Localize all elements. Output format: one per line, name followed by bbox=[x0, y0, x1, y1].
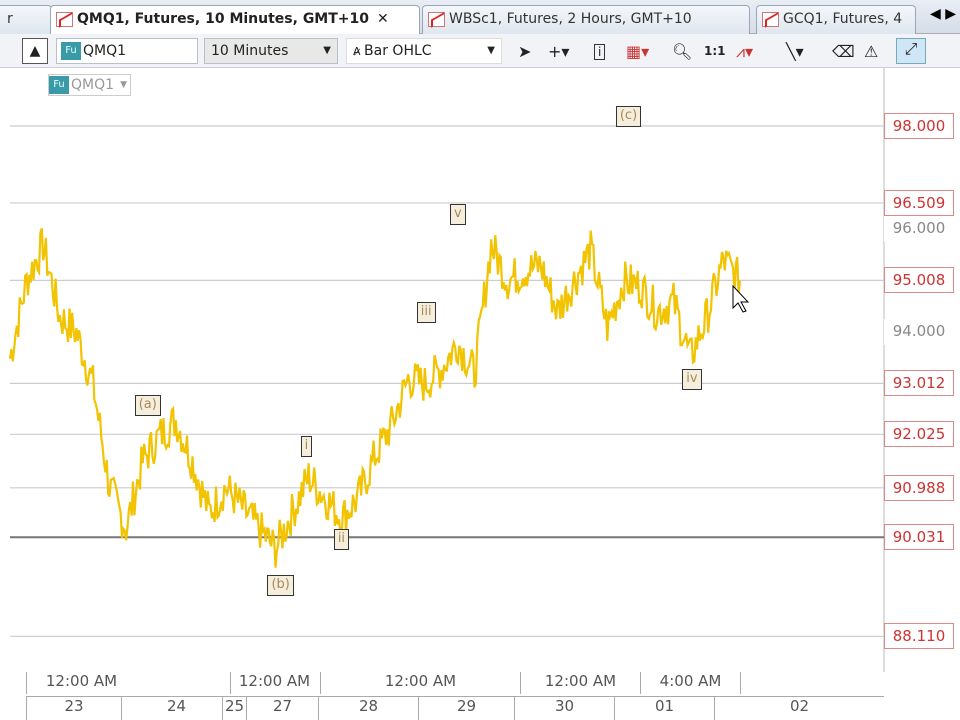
zoom-icon[interactable]: 🔍︎ bbox=[672, 42, 692, 61]
wave-label[interactable]: (a) bbox=[134, 394, 161, 416]
tab-label: r bbox=[7, 11, 13, 27]
price-label: 96.000 bbox=[884, 216, 954, 243]
wave-label[interactable]: iv bbox=[682, 368, 702, 390]
wave-label[interactable]: v bbox=[449, 203, 466, 225]
price-label: 95.008 bbox=[884, 267, 954, 294]
chart-type-value: Bar OHLC bbox=[364, 43, 432, 59]
tab-label: GCQ1, Futures, 4 bbox=[783, 11, 903, 27]
price-label: 90.988 bbox=[884, 474, 954, 501]
interval-value: 10 Minutes bbox=[211, 43, 289, 59]
data-window-icon[interactable]: i bbox=[594, 44, 606, 60]
time-label: 4:00 AM bbox=[640, 672, 740, 694]
tab-gcq1[interactable]: GCQ1, Futures, 4 bbox=[756, 5, 916, 34]
date-label: 23 bbox=[26, 696, 121, 720]
close-icon[interactable]: ✕ bbox=[377, 11, 389, 27]
date-label: 30 bbox=[514, 696, 614, 720]
time-label bbox=[740, 672, 884, 694]
wave-label[interactable]: ii bbox=[333, 528, 350, 550]
time-label: 12:00 AM bbox=[230, 672, 318, 694]
date-label: 27 bbox=[246, 696, 318, 720]
time-label: 12:00 AM bbox=[26, 672, 136, 694]
date-label: 29 bbox=[418, 696, 514, 720]
time-axis: 12:00 AM 12:00 AM 12:00 AM 12:00 AM 4:00 AM 2… bbox=[10, 672, 884, 720]
chart-type-select[interactable]: A̷ Bar OHLC ▼ bbox=[346, 38, 502, 64]
chart-symbol-label: QMQ1 bbox=[71, 77, 115, 93]
wave-label[interactable]: i bbox=[300, 435, 313, 457]
wave-label[interactable]: iii bbox=[416, 301, 436, 323]
tab-qmq1[interactable]: QMQ1, Futures, 10 Minutes, GMT+10 ✕ bbox=[50, 5, 420, 34]
price-label: 93.012 bbox=[884, 370, 954, 397]
crosshair-icon[interactable]: +▾ bbox=[548, 42, 569, 61]
bar-chart-icon: A̷ bbox=[353, 45, 365, 58]
toolbar: ▲ Fu QMQ1 10 Minutes ▼ A̷ Bar OHLC ▼ ➤ +▾ i… bbox=[0, 34, 960, 68]
tab-bar: r QMQ1, Futures, 10 Minutes, GMT+10 ✕ WBS… bbox=[0, 0, 960, 34]
price-label: 96.509 bbox=[884, 189, 954, 216]
date-label: 25 bbox=[222, 696, 246, 720]
chevron-down-icon: ▼ bbox=[487, 45, 495, 56]
date-label: 24 bbox=[121, 696, 231, 720]
date-label: 02 bbox=[714, 696, 884, 720]
tab-label: QMQ1, Futures, 10 Minutes, GMT+10 bbox=[77, 11, 370, 27]
chart-icon bbox=[762, 12, 779, 27]
date-label: 28 bbox=[318, 696, 418, 720]
date-label: 01 bbox=[614, 696, 714, 720]
time-label: 12:00 AM bbox=[320, 672, 520, 694]
fibonacci-icon[interactable]: ⩘▾ bbox=[736, 42, 753, 62]
zoom-ratio-button[interactable]: 1:1 bbox=[704, 44, 726, 58]
chart-symbol-select[interactable]: Fu QMQ1 ▼ bbox=[48, 74, 132, 96]
tab-previous[interactable]: r bbox=[0, 5, 52, 34]
price-chart[interactable]: Fu QMQ1 ▼ 98.000 96.509 96.000 95.008 94.000 93… bbox=[0, 68, 960, 720]
price-label: 92.025 bbox=[884, 421, 954, 448]
price-label: 88.110 bbox=[884, 623, 954, 650]
chevron-down-icon: ▼ bbox=[323, 45, 331, 56]
price-label: 94.000 bbox=[884, 319, 954, 346]
chart-icon bbox=[428, 12, 445, 27]
chart-icon bbox=[56, 12, 73, 27]
time-label: 12:00 AM bbox=[520, 672, 640, 694]
line-tool-icon[interactable]: ╲▾ bbox=[786, 42, 804, 61]
wave-label[interactable]: (b) bbox=[267, 575, 294, 597]
chevron-down-icon: ▼ bbox=[120, 80, 128, 90]
tab-label: WBSc1, Futures, 2 Hours, GMT+10 bbox=[449, 11, 692, 27]
symbol-input[interactable]: Fu QMQ1 bbox=[56, 38, 198, 64]
futures-icon: Fu bbox=[61, 42, 81, 60]
tab-scroll-arrows[interactable]: ◀ ▶ bbox=[930, 6, 956, 22]
price-series-line bbox=[8, 227, 742, 568]
grid-icon[interactable]: ▦▾ bbox=[626, 42, 649, 61]
interval-select[interactable]: 10 Minutes ▼ bbox=[204, 38, 338, 64]
tab-wbsc1[interactable]: WBSc1, Futures, 2 Hours, GMT+10 bbox=[422, 5, 750, 34]
price-label: 98.000 bbox=[884, 113, 954, 139]
eraser-icon[interactable]: ⌫ bbox=[832, 42, 855, 61]
alert-icon[interactable]: ⚠ bbox=[864, 42, 878, 61]
auto-scale-button[interactable]: ⤢ bbox=[896, 38, 926, 64]
cursor-icon[interactable]: ➤ bbox=[518, 42, 531, 61]
wave-label[interactable]: (c) bbox=[615, 105, 642, 127]
futures-icon: Fu bbox=[49, 76, 69, 94]
symbol-value: QMQ1 bbox=[83, 43, 127, 59]
price-label: 90.031 bbox=[884, 524, 954, 551]
mouse-cursor-icon bbox=[732, 284, 750, 313]
collapse-button[interactable]: ▲ bbox=[22, 38, 48, 64]
